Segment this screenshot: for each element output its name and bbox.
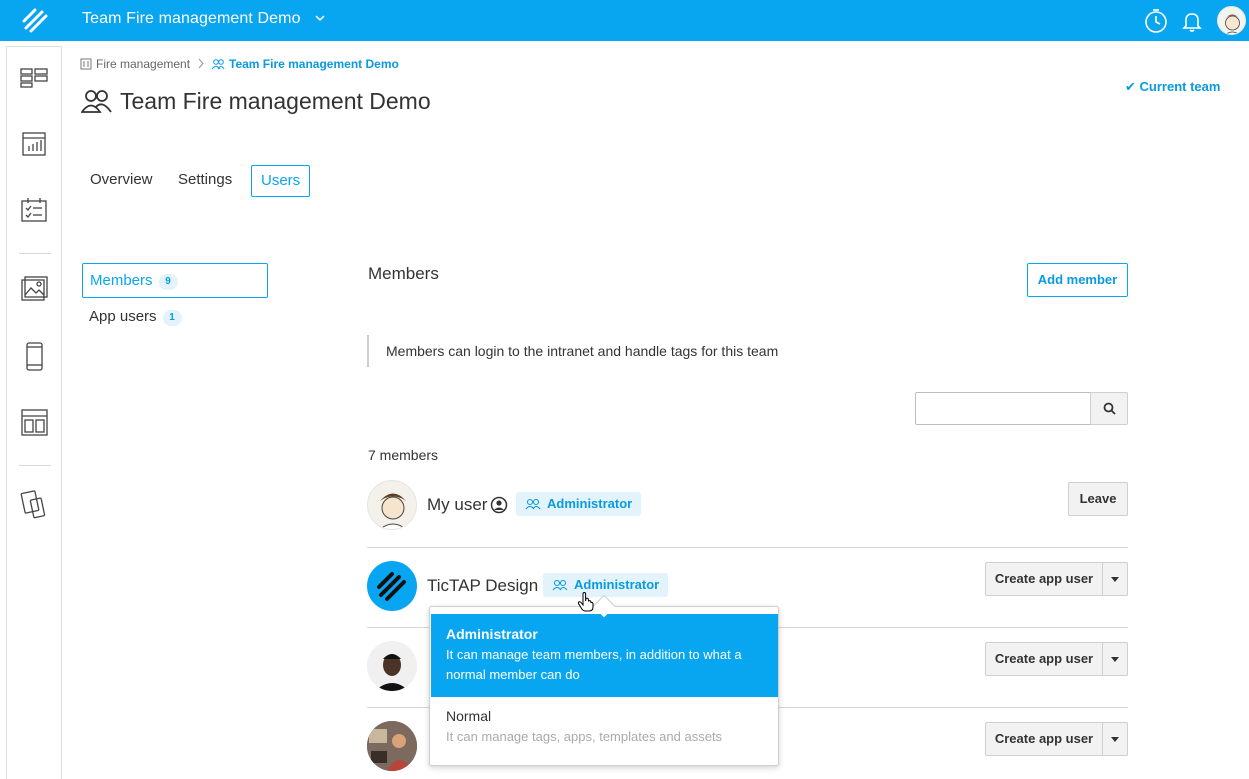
breadcrumb-item[interactable]: Fire management [80,57,190,71]
tab-settings[interactable]: Settings [169,165,241,197]
member-row: My user Administrator Leave [367,480,1128,560]
images-icon[interactable] [19,275,49,305]
team-icon [552,579,568,591]
create-app-user-button[interactable]: Create app user [985,642,1103,676]
templates-icon[interactable] [19,407,49,437]
rail-divider [19,465,51,466]
tictap-logo-icon[interactable] [20,5,50,35]
create-app-user-button[interactable]: Create app user [985,562,1103,596]
breadcrumb-label[interactable]: Fire management [96,57,190,71]
breadcrumb-item-current: Team Fire management Demo [211,57,399,71]
dashboard-icon[interactable] [19,63,49,93]
history-icon[interactable] [1142,7,1170,35]
building-icon [80,58,92,70]
chevron-down-icon[interactable] [315,13,325,23]
user-circle-icon [490,496,508,514]
breadcrumb-label: Team Fire management Demo [229,57,399,71]
devices-icon[interactable] [19,489,49,519]
caret-down-icon [1111,656,1119,662]
mobile-icon[interactable] [19,341,49,371]
avatar [367,561,417,611]
member-name: My user [427,495,488,514]
add-member-button[interactable]: Add member [1027,263,1128,297]
section-title: Members [368,264,439,283]
rail-divider [19,253,51,254]
members-note: Members can login to the intranet and ha… [367,335,778,367]
hand-cursor-icon [577,592,594,612]
actions-dropdown-toggle[interactable] [1102,722,1128,756]
check-icon: ✔ [1125,79,1136,94]
caret-down-icon [1111,576,1119,582]
team-selector[interactable]: Team Fire management Demo [82,10,301,28]
row-divider [367,547,1128,548]
role-dropdown: Administrator It can manage team members… [429,606,779,766]
tab-users[interactable]: Users [251,165,311,197]
role-badge[interactable]: Administrator [516,492,642,516]
count-badge: 9 [158,274,178,290]
top-bar: Team Fire management Demo [0,0,1249,41]
side-item-members[interactable]: Members 9 [82,263,268,298]
tab-overview[interactable]: Overview [81,165,162,197]
page-title: Team Fire management Demo [120,88,431,114]
search-input[interactable] [915,392,1091,425]
bell-icon[interactable] [1178,7,1206,35]
search-button[interactable] [1090,392,1128,425]
left-rail [6,46,62,779]
create-app-user-button[interactable]: Create app user [985,722,1103,756]
leave-button[interactable]: Leave [1068,482,1128,516]
reports-icon[interactable] [19,129,49,159]
team-icon [211,59,225,70]
caret-down-icon [1111,736,1119,742]
actions-dropdown-toggle[interactable] [1102,562,1128,596]
avatar [367,721,417,771]
avatar [367,641,417,691]
member-count: 7 members [368,447,439,463]
side-item-app-users[interactable]: App users 1 [82,300,268,335]
avatar [367,480,417,530]
role-option-administrator[interactable]: Administrator It can manage team members… [431,614,778,697]
chevron-right-icon [198,58,204,69]
user-avatar[interactable] [1217,6,1246,35]
role-badge[interactable]: Administrator [543,573,669,597]
calendar-list-icon[interactable] [19,195,49,225]
role-option-normal[interactable]: Normal It can manage tags, apps, templat… [431,708,778,758]
current-team-indicator: ✔ Current team [1125,79,1221,94]
member-name: TicTAP Design [427,576,539,595]
actions-dropdown-toggle[interactable] [1102,642,1128,676]
team-icon [81,90,112,113]
search-icon [1103,402,1116,415]
count-badge: 1 [162,310,182,326]
team-icon [525,498,541,510]
